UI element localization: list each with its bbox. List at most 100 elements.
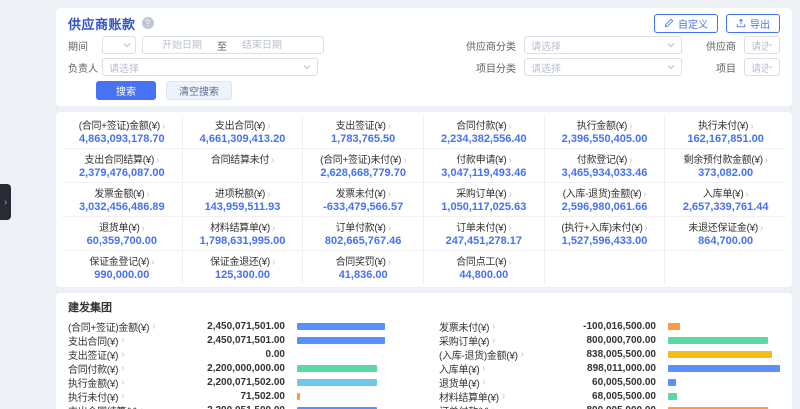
stat-label: (合同+签证)未付(¥)› [305, 151, 421, 166]
page-title: 供应商账款 [68, 14, 136, 33]
stat-card[interactable]: 订单付款(¥)›802,665,767.46 [303, 217, 424, 251]
metric-value: 60,005,500.00 [556, 377, 656, 388]
metric-bar [297, 379, 409, 386]
stat-card[interactable]: 进项税额(¥)›143,959,511.93 [183, 183, 304, 217]
date-separator: 至 [217, 38, 227, 53]
metric-label: 执行金额(¥) [68, 375, 118, 390]
metric-row[interactable]: 订单付款(¥)›800,005,000.00 [439, 403, 780, 409]
chevron-right-icon: › [141, 405, 144, 409]
chevron-right-icon: › [765, 155, 768, 166]
metric-row[interactable]: 入库单(¥)›898,011,000.00 [439, 361, 780, 375]
stat-label-text: (执行+入库)未付(¥) [561, 223, 642, 234]
stat-label-text: 合同奖罚(¥) [336, 257, 386, 268]
chevron-right-icon: › [403, 155, 406, 166]
metric-row[interactable]: (合同+签证)金额(¥)›2,450,071,501.00 [68, 319, 409, 333]
stat-card[interactable]: (合同+签证)未付(¥)›2,628,668,779.70 [303, 149, 424, 183]
metric-row[interactable]: 执行未付(¥)›71,502.00 [68, 389, 409, 403]
stat-value: 3,047,119,493.46 [426, 167, 542, 179]
end-date-input[interactable] [229, 40, 295, 51]
title-row: 供应商账款 ? 自定义 导出 [68, 14, 780, 32]
chevron-right-icon: › [629, 121, 632, 132]
metric-bar [668, 365, 780, 372]
supplier-category-placeholder: 请选择 [531, 38, 561, 53]
stat-card[interactable]: 退货单(¥)›60,359,700.00 [62, 217, 183, 251]
stat-label-text: 执行未付(¥) [698, 121, 748, 132]
metric-label: 材料结算单(¥) [439, 389, 499, 404]
stat-card[interactable]: 付款登记(¥)›3,465,934,033.46 [545, 149, 666, 183]
stat-card[interactable]: 付款申请(¥)›3,047,119,493.46 [424, 149, 545, 183]
stat-value: 162,167,851.00 [667, 133, 784, 145]
supplier-category-select[interactable]: 请选择 [524, 36, 682, 54]
stat-card[interactable]: 保证金登记(¥)›990,000.00 [62, 251, 183, 284]
bar-fill [668, 323, 680, 330]
stat-card[interactable]: 支出合同结算(¥)›2,379,476,087.00 [62, 149, 183, 183]
stat-label: 入库单(¥)› [667, 185, 784, 200]
search-button[interactable]: 搜索 [96, 81, 156, 100]
stat-label-text: 发票未付(¥) [336, 189, 386, 200]
stat-card[interactable]: 订单未付(¥)›247,451,278.17 [424, 217, 545, 251]
help-icon[interactable]: ? [142, 17, 154, 29]
date-range-input[interactable]: 至 [142, 36, 324, 54]
owner-select[interactable]: 请选择 [102, 58, 318, 76]
metric-bar [668, 337, 780, 344]
metric-row[interactable]: 支出签证(¥)›0.00 [68, 347, 409, 361]
chevron-right-icon: › [508, 257, 511, 268]
stat-card[interactable]: 剩余预付款金额(¥)›373,082.00 [665, 149, 786, 183]
sidebar-toggle[interactable]: › [0, 184, 11, 220]
chevron-right-icon: › [492, 335, 495, 346]
stat-card[interactable]: 保证金退还(¥)›125,300.00 [183, 251, 304, 284]
chevron-right-icon: › [151, 257, 154, 268]
stat-card[interactable]: 合同点工(¥)›44,800.00 [424, 251, 545, 284]
stat-card[interactable]: 合同付款(¥)›2,234,382,556.40 [424, 115, 545, 149]
stat-card[interactable]: 发票未付(¥)›-633,479,566.57 [303, 183, 424, 217]
stat-value: 2,628,668,779.70 [305, 167, 421, 179]
stat-label: 发票金额(¥)› [64, 185, 180, 200]
metric-row[interactable]: 执行金额(¥)›2,200,071,502.00 [68, 375, 409, 389]
export-button[interactable]: 导出 [726, 14, 780, 33]
stat-card[interactable]: 支出签证(¥)›1,783,765.50 [303, 115, 424, 149]
stat-value: 60,359,700.00 [64, 235, 180, 247]
metric-bar [297, 365, 409, 372]
start-date-input[interactable] [149, 40, 215, 51]
period-type-select[interactable] [102, 36, 136, 54]
metric-row[interactable]: (入库-退货)金额(¥)›838,005,500.00 [439, 347, 780, 361]
project-select[interactable]: 请选择 [744, 58, 780, 76]
stat-label: 付款登记(¥)› [547, 151, 663, 166]
stat-card[interactable]: (合同+签证)金额(¥)›4,863,093,178.70 [62, 115, 183, 149]
stat-card[interactable]: 合同奖罚(¥)›41,836.00 [303, 251, 424, 284]
metric-row[interactable]: 支出合同(¥)›2,450,071,501.00 [68, 333, 409, 347]
chevron-right-icon: › [156, 155, 159, 166]
stat-card[interactable]: 采购订单(¥)›1,050,117,025.63 [424, 183, 545, 217]
stat-card[interactable]: 合同结算未付› [183, 149, 304, 183]
stat-card[interactable]: 入库单(¥)›2,657,339,761.44 [665, 183, 786, 217]
metric-row[interactable]: 发票未付(¥)›-100,016,500.00 [439, 319, 780, 333]
metric-row[interactable]: 支出合同结算(¥)›2,200,051,500.00 [68, 403, 409, 409]
stat-value: 3,032,456,486.89 [64, 201, 180, 213]
stat-card[interactable]: (执行+入库)未付(¥)›1,527,596,433.00 [545, 217, 666, 251]
project-category-select[interactable]: 请选择 [524, 58, 682, 76]
metric-label: 入库单(¥) [439, 361, 479, 376]
clear-search-button[interactable]: 清空搜索 [166, 81, 232, 100]
stat-card[interactable]: 材料结算单(¥)›1,798,631,995.00 [183, 217, 304, 251]
stat-card[interactable]: 支出合同(¥)›4,661,309,413.20 [183, 115, 304, 149]
stat-card[interactable]: 发票金额(¥)›3,032,456,486.89 [62, 183, 183, 217]
stat-label-text: 发票金额(¥) [94, 189, 144, 200]
metric-bar [668, 323, 780, 330]
stat-label: 付款申请(¥)› [426, 151, 542, 166]
export-icon [736, 18, 746, 28]
metric-row[interactable]: 合同付款(¥)›2,200,000,000.00 [68, 361, 409, 375]
customize-button[interactable]: 自定义 [654, 14, 718, 33]
metric-row[interactable]: 材料结算单(¥)›68,005,500.00 [439, 389, 780, 403]
project-category-filter: 项目分类 请选择 [460, 58, 698, 76]
stat-label-text: 订单付款(¥) [336, 223, 386, 234]
stat-card[interactable]: 执行金额(¥)›2,396,550,405.00 [545, 115, 666, 149]
metric-row[interactable]: 退货单(¥)›60,005,500.00 [439, 375, 780, 389]
supplier-select[interactable]: 请选择 [744, 36, 780, 54]
stat-card[interactable]: 执行未付(¥)›162,167,851.00 [665, 115, 786, 149]
chevron-right-icon: › [388, 189, 391, 200]
stat-value: 2,657,339,761.44 [667, 201, 784, 213]
metric-row[interactable]: 采购订单(¥)›800,000,700.00 [439, 333, 780, 347]
stat-value: 2,234,382,556.40 [426, 133, 542, 145]
stat-card[interactable]: (入库-退货)金额(¥)›2,596,980,061.66 [545, 183, 666, 217]
stat-card[interactable]: 未退还保证金(¥)›864,700.00 [665, 217, 786, 251]
